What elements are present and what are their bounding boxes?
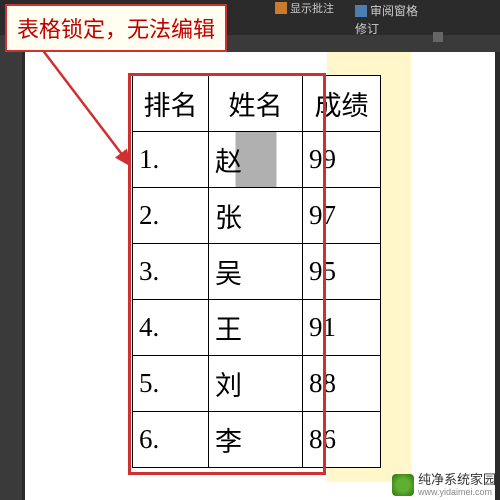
review-pane-icon bbox=[355, 5, 367, 17]
table-row: 2. 张 97 bbox=[133, 188, 381, 244]
cell-rank[interactable]: 3. bbox=[133, 244, 209, 300]
cell-score[interactable]: 97 bbox=[303, 188, 381, 244]
vertical-ruler[interactable] bbox=[0, 52, 22, 500]
callout-text: 表格锁定，无法编辑 bbox=[17, 17, 215, 42]
watermark: 纯净系统家园 www.yidaimei.com bbox=[392, 473, 496, 497]
cell-name[interactable]: 王 bbox=[209, 300, 303, 356]
cell-score[interactable]: 86 bbox=[303, 412, 381, 468]
show-comment-label: 显示批注 bbox=[290, 0, 334, 16]
cell-rank[interactable]: 1. bbox=[133, 132, 209, 188]
cell-rank[interactable]: 5. bbox=[133, 356, 209, 412]
table-row: 3. 吴 95 bbox=[133, 244, 381, 300]
table-row: 5. 刘 88 bbox=[133, 356, 381, 412]
cell-score[interactable]: 95 bbox=[303, 244, 381, 300]
header-name[interactable]: 姓名 bbox=[209, 76, 303, 132]
cell-name[interactable]: 吴 bbox=[209, 244, 303, 300]
cell-score[interactable]: 88 bbox=[303, 356, 381, 412]
header-rank[interactable]: 排名 bbox=[133, 76, 209, 132]
cell-score[interactable]: 91 bbox=[303, 300, 381, 356]
cell-score[interactable]: 99 bbox=[303, 132, 381, 188]
cell-name[interactable]: 刘 bbox=[209, 356, 303, 412]
show-comment-button[interactable]: 显示批注 bbox=[275, 0, 334, 16]
ruler-tab-stop[interactable] bbox=[433, 32, 443, 42]
watermark-logo-icon bbox=[392, 474, 414, 496]
table-header-row: 排名 姓名 成绩 bbox=[133, 76, 381, 132]
cell-rank[interactable]: 6. bbox=[133, 412, 209, 468]
data-table: 排名 姓名 成绩 1. 赵 99 2. 张 97 3. 吴 95 4. 王 91… bbox=[132, 75, 381, 468]
cell-name-selected[interactable]: 赵 bbox=[209, 132, 303, 188]
table-row: 6. 李 86 bbox=[133, 412, 381, 468]
watermark-url: www.yidaimei.com bbox=[418, 487, 496, 497]
table-row: 1. 赵 99 bbox=[133, 132, 381, 188]
cell-name[interactable]: 李 bbox=[209, 412, 303, 468]
cell-rank[interactable]: 4. bbox=[133, 300, 209, 356]
callout-annotation: 表格锁定，无法编辑 bbox=[5, 4, 227, 52]
comment-icon bbox=[275, 2, 287, 14]
watermark-brand: 纯净系统家园 bbox=[418, 473, 496, 487]
table-row: 4. 王 91 bbox=[133, 300, 381, 356]
header-score[interactable]: 成绩 bbox=[303, 76, 381, 132]
cell-name[interactable]: 张 bbox=[209, 188, 303, 244]
cell-rank[interactable]: 2. bbox=[133, 188, 209, 244]
review-pane-button[interactable]: 审阅窗格 bbox=[355, 2, 418, 19]
review-pane-label: 审阅窗格 bbox=[370, 2, 418, 19]
